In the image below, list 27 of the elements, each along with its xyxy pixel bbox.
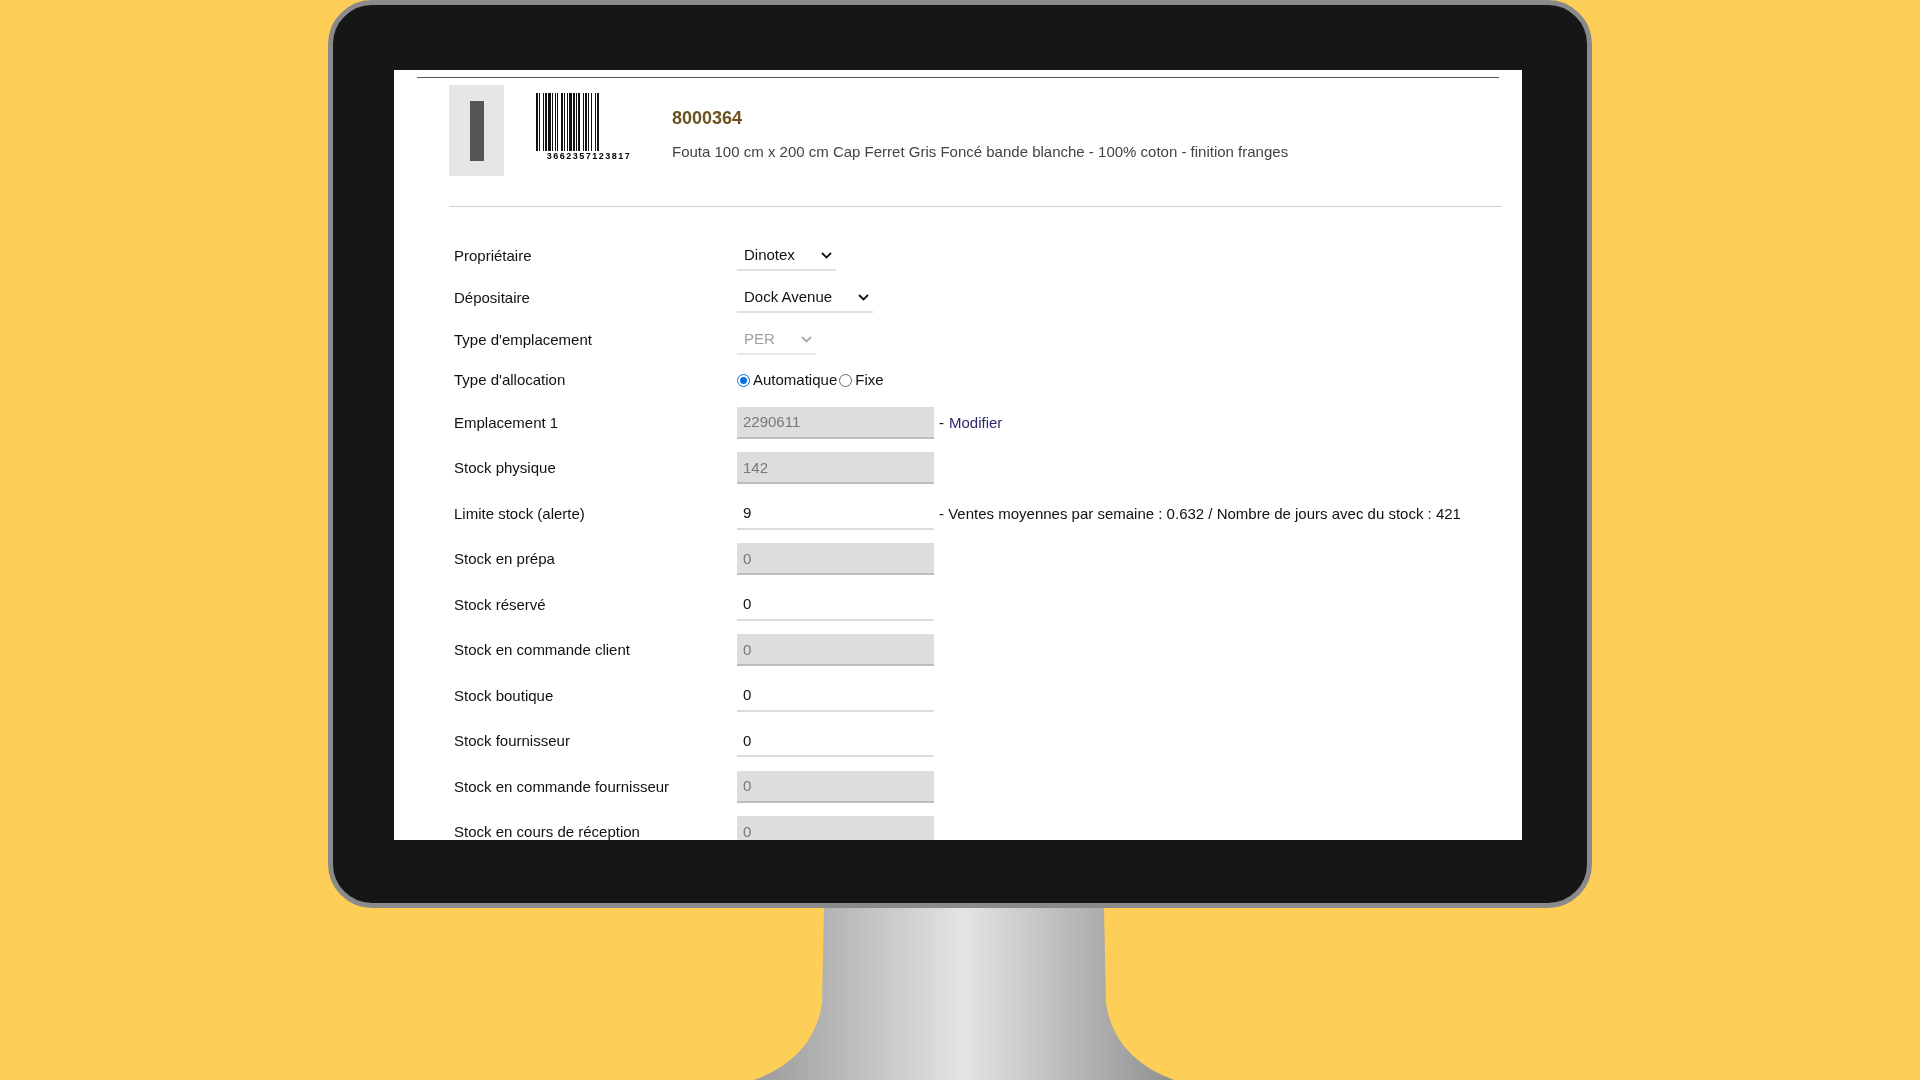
modify-link[interactable]: Modifier [949,411,1003,434]
field-label: Stock réservé [454,594,547,615]
dropdown[interactable]: Dock Avenue [737,283,874,313]
chevron-down-icon [820,251,832,259]
field-label: Stock boutique [454,685,555,706]
chevron-down-icon [858,293,870,301]
sales-info-text: - Ventes moyennes par semaine : 0.632 / Nombre de jours avec du stock : 421 [939,503,1461,524]
field-label: Stock en cours de réception [454,822,641,840]
product-code: 8000364 [672,107,744,130]
field-label: Type d'emplacement [454,329,593,350]
field-label: Stock en commande client [454,640,631,660]
field-label: Type d'allocation [454,370,567,391]
field-label: Dépositaire [454,287,531,308]
field-label: Stock en prépa [454,549,556,569]
field-label: Propriétaire [454,245,533,266]
field-label: Emplacement 1 [454,412,560,433]
separator-text: - [939,412,944,433]
radio-label: Automatique [753,370,838,391]
product-description: Fouta 100 cm x 200 cm Cap Ferret Gris Foncé bande blanche - 100% coton - finition franges [672,142,1289,162]
field-label: Stock physique [454,458,557,478]
radio-label: Fixe [855,370,884,391]
field-label: Limite stock (alerte) [454,503,586,524]
chevron-down-icon [800,335,812,343]
dropdown[interactable]: Dinotex [737,241,836,271]
field-label: Stock fournisseur [454,731,571,751]
barcode-image: 3662357123817 [531,93,647,161]
field-label: Stock en commande fournisseur [454,776,671,797]
